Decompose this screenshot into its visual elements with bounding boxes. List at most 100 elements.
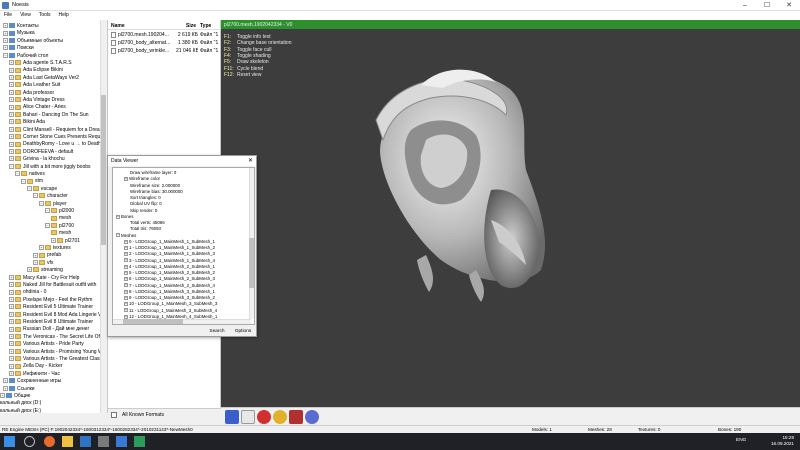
expand-icon[interactable]: + bbox=[3, 378, 8, 384]
expand-icon[interactable]: + bbox=[9, 156, 14, 162]
expand-icon[interactable]: + bbox=[9, 89, 14, 95]
expand-icon[interactable]: + bbox=[3, 45, 8, 51]
col-name-header[interactable]: Name bbox=[111, 23, 125, 29]
edit-icon[interactable] bbox=[241, 410, 255, 424]
col-size-header[interactable]: Size bbox=[186, 23, 196, 29]
expand-icon[interactable]: + bbox=[33, 252, 38, 258]
file-row[interactable]: pl2700_body_alternat... 1 380 КБ Файл "1 bbox=[108, 39, 221, 47]
expand-icon[interactable]: + bbox=[124, 295, 128, 300]
data-tree-hscroll-thumb[interactable] bbox=[123, 319, 183, 324]
expand-icon[interactable]: + bbox=[9, 141, 14, 147]
expand-icon[interactable]: + bbox=[9, 67, 14, 73]
search-icon[interactable] bbox=[24, 436, 35, 447]
bones-icon[interactable] bbox=[289, 410, 303, 424]
data-tree-item[interactable]: +0 - LODGroup_1_MainMesh_1_SubMesh_1 bbox=[124, 238, 215, 246]
expand-icon[interactable]: + bbox=[9, 356, 14, 362]
expand-icon[interactable]: + bbox=[116, 214, 120, 219]
expand-icon[interactable]: + bbox=[9, 370, 14, 376]
col-type-header[interactable]: Type bbox=[200, 23, 211, 29]
expand-icon[interactable]: + bbox=[124, 258, 128, 263]
expand-icon[interactable]: + bbox=[9, 126, 14, 132]
menu-view[interactable]: View bbox=[16, 11, 35, 19]
collapse-icon[interactable]: − bbox=[3, 52, 8, 58]
collapse-icon[interactable]: − bbox=[116, 233, 120, 238]
collapse-icon[interactable]: − bbox=[45, 222, 50, 228]
expand-icon[interactable]: + bbox=[3, 30, 8, 36]
expand-icon[interactable]: + bbox=[3, 23, 8, 29]
expand-icon[interactable]: + bbox=[9, 60, 14, 66]
data-tree[interactable]: +12 - LODGroup_1_MainMesh_4_SubMesh_1 +11… bbox=[112, 167, 255, 325]
globe-icon[interactable] bbox=[305, 410, 319, 424]
expand-icon[interactable]: + bbox=[9, 97, 14, 103]
expand-icon[interactable]: + bbox=[9, 119, 14, 125]
material-gold-icon[interactable] bbox=[273, 410, 287, 424]
expand-icon[interactable]: + bbox=[124, 177, 128, 182]
expand-icon[interactable]: + bbox=[9, 363, 14, 369]
collapse-icon[interactable]: − bbox=[33, 193, 38, 199]
file-explorer-icon[interactable] bbox=[62, 436, 73, 447]
language-indicator[interactable]: ENG bbox=[736, 438, 746, 443]
expand-icon[interactable]: + bbox=[9, 282, 14, 288]
close-icon[interactable]: ✕ bbox=[248, 157, 253, 164]
collapse-icon[interactable]: − bbox=[15, 171, 20, 177]
firefox-icon[interactable] bbox=[44, 436, 55, 447]
mesh-render[interactable] bbox=[221, 20, 800, 407]
expand-icon[interactable]: + bbox=[3, 385, 8, 391]
expand-icon[interactable]: + bbox=[124, 308, 128, 313]
expand-icon[interactable]: + bbox=[124, 239, 128, 244]
expand-icon[interactable]: + bbox=[124, 277, 128, 282]
expand-icon[interactable]: + bbox=[9, 111, 14, 117]
search-button[interactable]: Search bbox=[204, 327, 230, 336]
file-type-filter[interactable]: All Known Formats bbox=[108, 408, 221, 420]
expand-icon[interactable]: + bbox=[124, 270, 128, 275]
tree-item[interactable]: кальный диск (E:) bbox=[0, 407, 41, 413]
data-tree-vscroll-thumb[interactable] bbox=[249, 238, 254, 288]
expand-icon[interactable]: + bbox=[124, 314, 128, 319]
expand-icon[interactable]: + bbox=[124, 252, 128, 257]
expand-icon[interactable]: + bbox=[9, 304, 14, 310]
expand-icon[interactable]: + bbox=[27, 267, 32, 273]
expand-icon[interactable]: + bbox=[39, 245, 44, 251]
collapse-icon[interactable]: − bbox=[9, 163, 14, 169]
collapse-icon[interactable]: − bbox=[21, 178, 26, 184]
material-red-icon[interactable] bbox=[257, 410, 271, 424]
collapse-icon[interactable]: − bbox=[45, 208, 50, 214]
expand-icon[interactable]: + bbox=[9, 104, 14, 110]
menu-tools[interactable]: Tools bbox=[35, 11, 55, 19]
taskbar-clock[interactable]: 15:28 16.09.2021 bbox=[771, 435, 794, 447]
taskbar-app-icon[interactable] bbox=[134, 436, 145, 447]
expand-icon[interactable]: + bbox=[9, 296, 14, 302]
expand-icon[interactable]: + bbox=[124, 264, 128, 269]
expand-icon[interactable]: + bbox=[33, 259, 38, 265]
data-tree-item[interactable]: Draw wireframe layer: 0 bbox=[124, 169, 176, 177]
taskbar-app-icon[interactable] bbox=[116, 436, 127, 447]
expand-icon[interactable]: + bbox=[124, 283, 128, 288]
expand-icon[interactable]: + bbox=[9, 333, 14, 339]
expand-icon[interactable]: + bbox=[9, 74, 14, 80]
expand-icon[interactable]: + bbox=[3, 37, 8, 43]
start-icon[interactable] bbox=[4, 436, 15, 447]
expand-icon[interactable]: + bbox=[9, 348, 14, 354]
taskbar-app-icon[interactable] bbox=[80, 436, 91, 447]
expand-icon[interactable]: + bbox=[9, 134, 14, 140]
expand-icon[interactable]: + bbox=[9, 274, 14, 280]
expand-icon[interactable]: + bbox=[9, 148, 14, 154]
expand-icon[interactable]: + bbox=[124, 302, 128, 307]
expand-icon[interactable]: + bbox=[51, 237, 56, 243]
expand-icon[interactable]: + bbox=[9, 326, 14, 332]
expand-icon[interactable]: + bbox=[9, 311, 14, 317]
folder-tree[interactable]: + Контакты + Музыка + Объемные объекты + Поиски… bbox=[0, 20, 108, 413]
file-row[interactable]: pl2700_body_wrinkle... 21 046 КБ Файл "1 bbox=[108, 47, 221, 55]
maximize-button[interactable]: ☐ bbox=[756, 0, 778, 11]
file-row[interactable]: pl2700.mesh.190204... 2 619 КБ Файл "1 bbox=[108, 31, 221, 39]
options-button[interactable]: Options bbox=[230, 327, 256, 336]
expand-icon[interactable]: + bbox=[9, 82, 14, 88]
model-viewport[interactable]: pl2700.mesh.1902042334 - V0 F1: Toggle in… bbox=[221, 20, 800, 407]
info-icon[interactable] bbox=[225, 410, 239, 424]
expand-icon[interactable]: + bbox=[9, 341, 14, 347]
minimize-button[interactable]: – bbox=[734, 0, 756, 11]
collapse-icon[interactable]: − bbox=[39, 200, 44, 206]
menu-help[interactable]: Help bbox=[55, 11, 73, 19]
collapse-icon[interactable]: − bbox=[27, 185, 32, 191]
menu-file[interactable]: File bbox=[0, 11, 16, 19]
